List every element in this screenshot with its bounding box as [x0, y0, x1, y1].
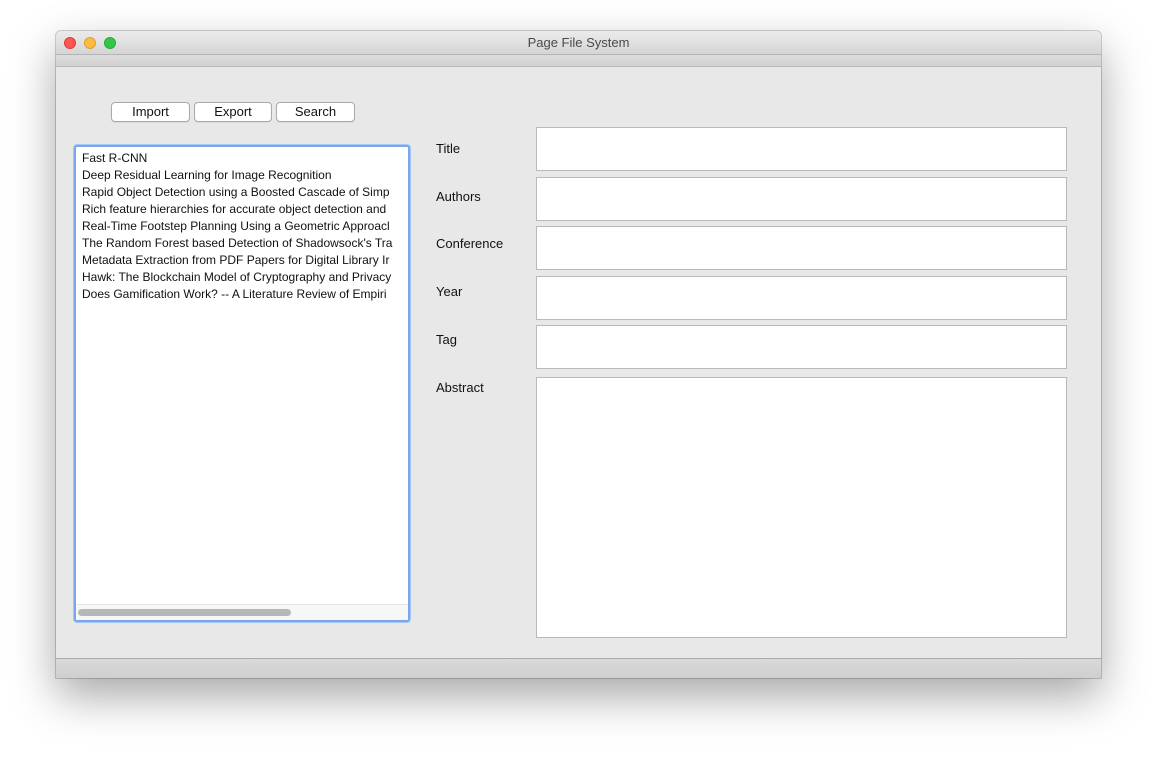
title-bar[interactable]: Page File System	[56, 31, 1101, 55]
tag-label: Tag	[436, 332, 457, 347]
year-field[interactable]	[536, 276, 1067, 320]
bottom-bar	[56, 658, 1101, 678]
abstract-label: Abstract	[436, 380, 484, 395]
import-button[interactable]: Import	[111, 102, 190, 122]
conference-label: Conference	[436, 236, 504, 251]
scrollbar-thumb[interactable]	[78, 609, 291, 616]
list-item[interactable]: Does Gamification Work? -- A Literature …	[82, 286, 408, 303]
abstract-textarea[interactable]	[536, 377, 1067, 638]
list-item[interactable]: Deep Residual Learning for Image Recogni…	[82, 167, 408, 184]
toolbar-divider	[56, 55, 1101, 67]
tag-field[interactable]	[536, 325, 1067, 369]
window-title: Page File System	[527, 35, 630, 50]
list-item[interactable]: Real-Time Footstep Planning Using a Geom…	[82, 218, 408, 235]
export-button[interactable]: Export	[194, 102, 272, 122]
horizontal-scrollbar[interactable]	[76, 604, 408, 620]
authors-label: Authors	[436, 189, 481, 204]
list-item[interactable]: Fast R-CNN	[82, 150, 408, 167]
paper-list[interactable]: Fast R-CNN Deep Residual Learning for Im…	[74, 145, 410, 622]
list-item[interactable]: Metadata Extraction from PDF Papers for …	[82, 252, 408, 269]
list-item[interactable]: Rapid Object Detection using a Boosted C…	[82, 184, 408, 201]
search-button[interactable]: Search	[276, 102, 355, 122]
year-label: Year	[436, 284, 463, 299]
list-item[interactable]: The Random Forest based Detection of Sha…	[82, 235, 408, 252]
list-item[interactable]: Hawk: The Blockchain Model of Cryptograp…	[82, 269, 408, 286]
paper-list-items: Fast R-CNN Deep Residual Learning for Im…	[82, 150, 408, 303]
conference-field[interactable]	[536, 226, 1067, 270]
authors-field[interactable]	[536, 177, 1067, 221]
title-field[interactable]	[536, 127, 1067, 171]
app-window: Page File System Import Export Search Fa…	[56, 31, 1101, 678]
list-item[interactable]: Rich feature hierarchies for accurate ob…	[82, 201, 408, 218]
title-label: Title	[436, 141, 461, 156]
